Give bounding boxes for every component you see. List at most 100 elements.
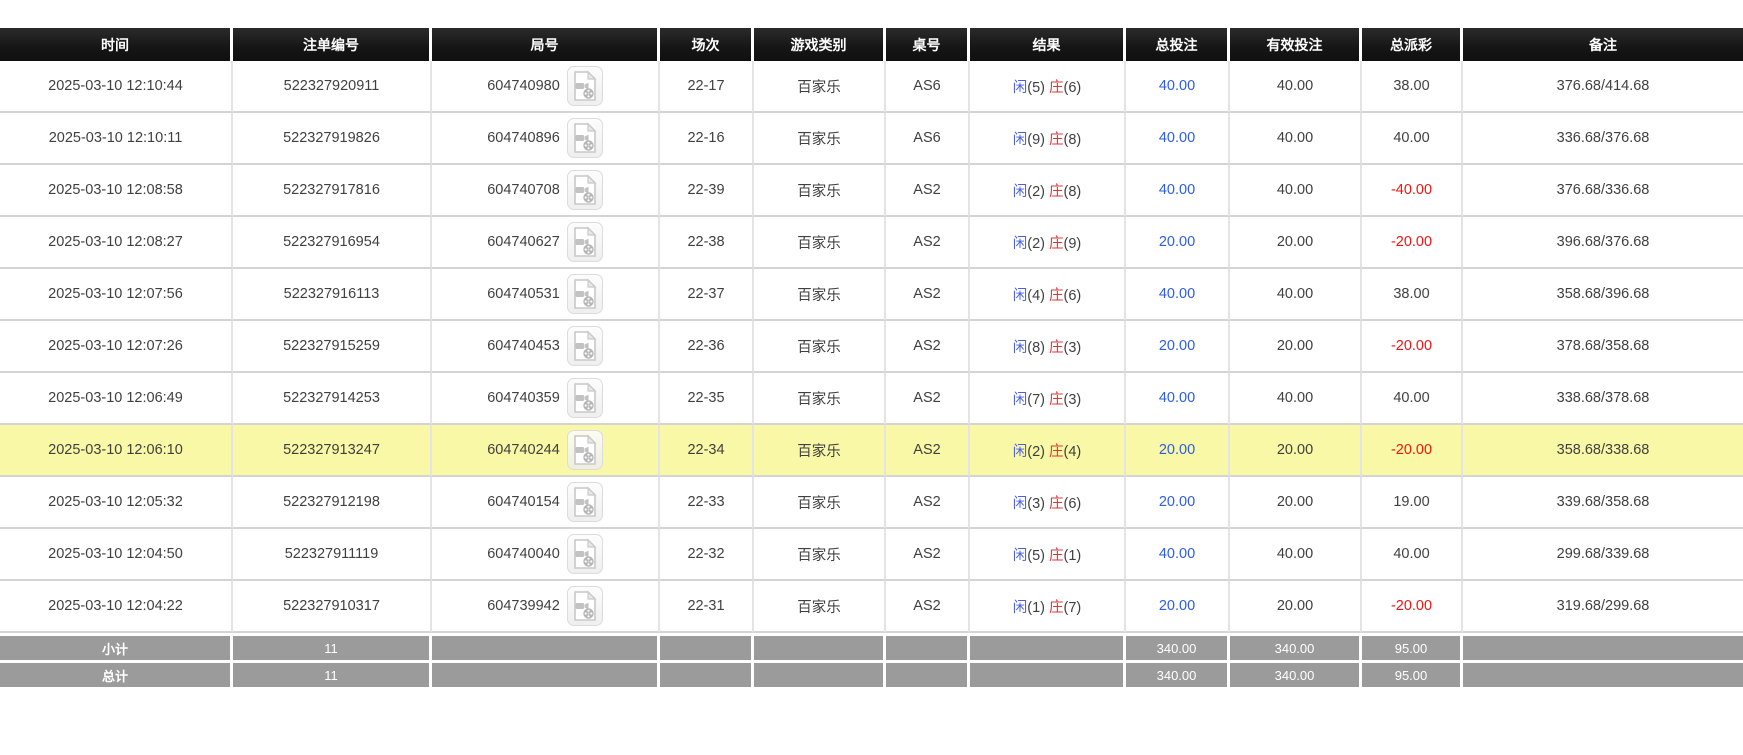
cell-bet-no: 522327919826: [233, 113, 432, 165]
column-header-session: 场次: [660, 28, 754, 61]
video-file-icon: [571, 122, 599, 154]
cell-session: 22-38: [660, 217, 754, 269]
table-row[interactable]: 2025-03-10 12:08:58522327917816604740708…: [0, 165, 1743, 217]
column-header-game-type: 游戏类别: [754, 28, 886, 61]
video-replay-button[interactable]: [567, 482, 603, 522]
summary-label: 总计: [0, 660, 233, 687]
cell-round-no: 604740154: [432, 477, 660, 529]
video-file-icon: [571, 434, 599, 466]
table-row[interactable]: 2025-03-10 12:06:49522327914253604740359…: [0, 373, 1743, 425]
cell-table-no: AS2: [886, 477, 970, 529]
video-file-icon: [571, 382, 599, 414]
table-row[interactable]: 2025-03-10 12:06:10522327913247604740244…: [0, 425, 1743, 477]
cell-remark: 338.68/378.68: [1463, 373, 1743, 425]
table-row[interactable]: 2025-03-10 12:05:32522327912198604740154…: [0, 477, 1743, 529]
cell-table-no: AS2: [886, 321, 970, 373]
video-file-icon: [571, 590, 599, 622]
cell-session: 22-36: [660, 321, 754, 373]
cell-table-no: AS2: [886, 373, 970, 425]
cell-table-no: AS2: [886, 165, 970, 217]
cell-total-bet: 40.00: [1126, 61, 1230, 113]
video-file-icon: [571, 174, 599, 206]
summary-remark: [1463, 633, 1743, 660]
cell-game-type: 百家乐: [754, 477, 886, 529]
cell-round-no: 604740627: [432, 217, 660, 269]
summary-empty-session: [660, 633, 754, 660]
cell-valid-bet: 20.00: [1230, 477, 1362, 529]
column-header-remark: 备注: [1463, 28, 1743, 61]
header-row: 时间注单编号局号场次游戏类别桌号结果总投注有效投注总派彩备注: [0, 28, 1743, 61]
cell-table-no: AS2: [886, 581, 970, 633]
video-file-icon: [571, 70, 599, 102]
table-row[interactable]: 2025-03-10 12:10:11522327919826604740896…: [0, 113, 1743, 165]
cell-total-payout: -20.00: [1362, 425, 1463, 477]
bet-records-page: 时间注单编号局号场次游戏类别桌号结果总投注有效投注总派彩备注 2025-03-1…: [0, 0, 1743, 755]
cell-session: 22-35: [660, 373, 754, 425]
cell-game-type: 百家乐: [754, 61, 886, 113]
table-row[interactable]: 2025-03-10 12:10:44522327920911604740980…: [0, 61, 1743, 113]
table-row[interactable]: 2025-03-10 12:07:26522327915259604740453…: [0, 321, 1743, 373]
cell-valid-bet: 40.00: [1230, 61, 1362, 113]
summary-valid-bet: 340.00: [1230, 633, 1362, 660]
video-replay-button[interactable]: [567, 274, 603, 314]
cell-round-no: 604740453: [432, 321, 660, 373]
cell-result: 闲(2) 庄(4): [970, 425, 1126, 477]
summary-empty-round-no: [432, 633, 660, 660]
cell-bet-no: 522327911119: [233, 529, 432, 581]
cell-total-payout: 38.00: [1362, 269, 1463, 321]
cell-bet-no: 522327913247: [233, 425, 432, 477]
cell-bet-no: 522327916954: [233, 217, 432, 269]
cell-valid-bet: 20.00: [1230, 321, 1362, 373]
cell-round-no: 604739942: [432, 581, 660, 633]
table-header: 时间注单编号局号场次游戏类别桌号结果总投注有效投注总派彩备注: [0, 28, 1743, 61]
cell-time: 2025-03-10 12:08:58: [0, 165, 233, 217]
cell-session: 22-34: [660, 425, 754, 477]
cell-time: 2025-03-10 12:05:32: [0, 477, 233, 529]
cell-result: 闲(2) 庄(9): [970, 217, 1126, 269]
summary-count: 11: [233, 660, 432, 687]
video-file-icon: [571, 278, 599, 310]
column-header-time: 时间: [0, 28, 233, 61]
cell-total-bet: 40.00: [1126, 113, 1230, 165]
cell-total-bet: 40.00: [1126, 529, 1230, 581]
video-replay-button[interactable]: [567, 586, 603, 626]
column-header-total-bet: 总投注: [1126, 28, 1230, 61]
video-replay-button[interactable]: [567, 170, 603, 210]
summary-empty-round-no: [432, 660, 660, 687]
cell-total-bet: 20.00: [1126, 477, 1230, 529]
table-row[interactable]: 2025-03-10 12:08:27522327916954604740627…: [0, 217, 1743, 269]
cell-valid-bet: 40.00: [1230, 529, 1362, 581]
video-replay-button[interactable]: [567, 430, 603, 470]
cell-session: 22-39: [660, 165, 754, 217]
cell-remark: 336.68/376.68: [1463, 113, 1743, 165]
cell-remark: 358.68/396.68: [1463, 269, 1743, 321]
cell-round-no: 604740531: [432, 269, 660, 321]
cell-remark: 376.68/336.68: [1463, 165, 1743, 217]
column-header-bet-no: 注单编号: [233, 28, 432, 61]
table-row[interactable]: 2025-03-10 12:07:56522327916113604740531…: [0, 269, 1743, 321]
cell-table-no: AS6: [886, 61, 970, 113]
cell-time: 2025-03-10 12:10:11: [0, 113, 233, 165]
video-replay-button[interactable]: [567, 534, 603, 574]
table-row[interactable]: 2025-03-10 12:04:22522327910317604739942…: [0, 581, 1743, 633]
summary-empty-table-no: [886, 633, 970, 660]
cell-remark: 378.68/358.68: [1463, 321, 1743, 373]
cell-time: 2025-03-10 12:07:26: [0, 321, 233, 373]
video-replay-button[interactable]: [567, 378, 603, 418]
video-replay-button[interactable]: [567, 326, 603, 366]
cell-result: 闲(5) 庄(1): [970, 529, 1126, 581]
cell-bet-no: 522327920911: [233, 61, 432, 113]
cell-time: 2025-03-10 12:04:50: [0, 529, 233, 581]
video-replay-button[interactable]: [567, 222, 603, 262]
video-replay-button[interactable]: [567, 66, 603, 106]
cell-round-no: 604740980: [432, 61, 660, 113]
cell-total-payout: 38.00: [1362, 61, 1463, 113]
cell-total-bet: 40.00: [1126, 373, 1230, 425]
video-replay-button[interactable]: [567, 118, 603, 158]
cell-total-payout: 40.00: [1362, 373, 1463, 425]
summary-row: 小计11340.00340.0095.00: [0, 633, 1743, 660]
table-row[interactable]: 2025-03-10 12:04:50522327911119604740040…: [0, 529, 1743, 581]
cell-time: 2025-03-10 12:04:22: [0, 581, 233, 633]
cell-total-bet: 20.00: [1126, 581, 1230, 633]
cell-result: 闲(1) 庄(7): [970, 581, 1126, 633]
